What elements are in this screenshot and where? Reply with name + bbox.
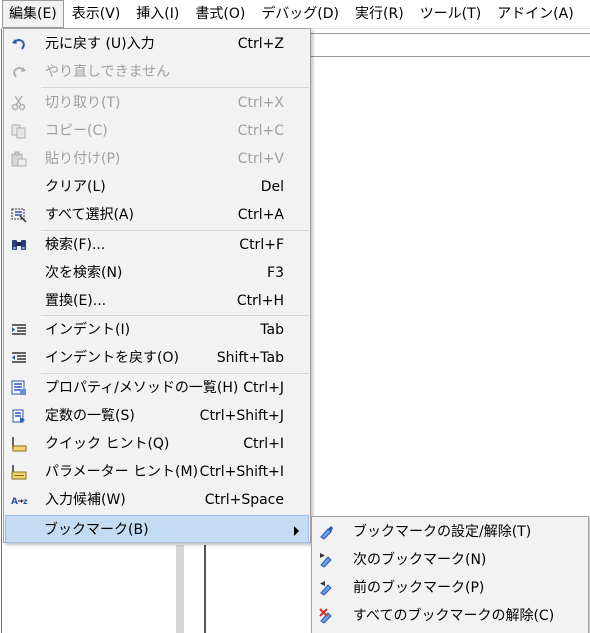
submenu-item-label: 前のブックマーク(P)	[353, 580, 485, 596]
clear-bookmarks-icon	[318, 607, 336, 625]
scissors-icon	[10, 94, 28, 112]
submenu-item-label: ブックマークの設定/解除(T)	[353, 524, 532, 540]
complete-word-icon: Az	[10, 491, 28, 509]
menu-item-clear[interactable]: クリア(L) Del	[6, 173, 308, 201]
parameter-info-icon	[10, 463, 28, 481]
paste-icon	[10, 150, 28, 168]
object-combo-box[interactable]	[310, 33, 590, 57]
menu-view[interactable]: 表示(V)	[64, 1, 129, 28]
menu-item-parameter-info[interactable]: パラメーター ヒント(M) Ctrl+Shift+I	[6, 458, 308, 486]
menu-item-shortcut: Tab	[260, 322, 284, 338]
menu-item-label: パラメーター ヒント(M)	[45, 464, 199, 480]
menu-item-list-constants[interactable]: 定数の一覧(S) Ctrl+Shift+J	[6, 402, 308, 430]
menu-item-label: すべて選択(A)	[45, 207, 134, 223]
previous-bookmark-icon	[318, 579, 336, 597]
submenu-item-clear-bookmarks[interactable]: すべてのブックマークの解除(C)	[314, 602, 586, 630]
submenu-item-next-bookmark[interactable]: 次のブックマーク(N)	[314, 546, 586, 574]
editor-margin-strip	[176, 545, 184, 633]
menu-item-bookmarks[interactable]: ブックマーク(B)	[5, 515, 309, 543]
menu-item-cut[interactable]: 切り取り(T) Ctrl+X	[6, 89, 308, 117]
menu-item-shortcut: Ctrl+Z	[237, 36, 284, 52]
quick-info-icon	[10, 435, 28, 453]
menu-item-shortcut: Ctrl+H	[236, 293, 284, 309]
menu-edit[interactable]: 編集(E)	[2, 0, 64, 28]
menu-item-shortcut: Ctrl+C	[237, 123, 284, 139]
menu-addins[interactable]: アドイン(A)	[489, 1, 582, 28]
menu-item-shortcut: Ctrl+X	[237, 95, 284, 111]
undo-icon	[10, 35, 28, 53]
redo-icon	[10, 63, 28, 81]
copy-icon	[10, 122, 28, 140]
editor-divider	[204, 545, 206, 633]
menu-item-complete-word[interactable]: Az 入力候補(W) Ctrl+Space	[6, 486, 308, 514]
menu-item-find[interactable]: 検索(F)... Ctrl+F	[6, 231, 308, 259]
submenu-arrow-icon	[294, 526, 299, 536]
menu-item-label: クイック ヒント(Q)	[45, 436, 170, 452]
indent-icon	[10, 321, 28, 339]
list-members-icon	[10, 379, 28, 397]
menu-format[interactable]: 書式(O)	[187, 1, 253, 28]
menu-item-label: 貼り付け(P)	[45, 151, 121, 167]
menu-item-label: ブックマーク(B)	[44, 522, 149, 538]
menu-item-label: 置換(E)...	[45, 293, 107, 309]
menu-separator	[41, 87, 309, 88]
menu-item-shortcut: Ctrl+J	[243, 380, 284, 396]
menu-item-shortcut: Shift+Tab	[216, 350, 284, 366]
menu-item-label: 検索(F)...	[45, 237, 106, 253]
menu-item-shortcut: Ctrl+Space	[204, 492, 284, 508]
menu-item-label: 元に戻す (U)入力	[45, 36, 155, 52]
submenu-item-label: すべてのブックマークの解除(C)	[353, 608, 555, 624]
menu-item-label: 入力候補(W)	[45, 492, 126, 508]
menu-item-quick-info[interactable]: クイック ヒント(Q) Ctrl+I	[6, 430, 308, 458]
menu-run[interactable]: 実行(R)	[347, 1, 412, 28]
menu-item-label: 次を検索(N)	[45, 265, 123, 281]
svg-text:z: z	[23, 497, 28, 506]
menu-bar: 編集(E) 表示(V) 挿入(I) 書式(O) デバッグ(D) 実行(R) ツー…	[0, 0, 590, 29]
menu-item-undo[interactable]: 元に戻す (U)入力 Ctrl+Z	[6, 30, 308, 58]
menu-item-shortcut: Ctrl+A	[237, 207, 284, 223]
edit-menu: 元に戻す (U)入力 Ctrl+Z やり直しできません 切り取り(T) Ctrl…	[3, 28, 311, 543]
menu-item-label: コピー(C)	[45, 123, 108, 139]
editor-frame-line	[1, 29, 2, 633]
menu-item-shortcut: Del	[260, 179, 284, 195]
menu-item-label: 切り取り(T)	[45, 95, 121, 111]
menu-item-select-all[interactable]: すべて選択(A) Ctrl+A	[6, 201, 308, 229]
menu-item-list-members[interactable]: プロパティ/メソッドの一覧(H) Ctrl+J	[6, 374, 308, 402]
binoculars-icon	[10, 236, 28, 254]
menu-item-find-next[interactable]: 次を検索(N) F3	[6, 259, 308, 287]
menu-insert[interactable]: 挿入(I)	[128, 1, 187, 28]
list-constants-icon	[10, 407, 28, 425]
menu-debug[interactable]: デバッグ(D)	[253, 1, 347, 28]
menu-item-label: プロパティ/メソッドの一覧(H)	[45, 380, 239, 396]
menu-item-indent[interactable]: インデント(I) Tab	[6, 316, 308, 344]
menu-item-shortcut: F3	[267, 265, 284, 281]
submenu-item-previous-bookmark[interactable]: 前のブックマーク(P)	[314, 574, 586, 602]
svg-text:A: A	[11, 497, 18, 507]
menu-item-shortcut: Ctrl+Shift+I	[199, 464, 284, 480]
menu-item-shortcut: Ctrl+F	[239, 237, 284, 253]
menu-item-paste[interactable]: 貼り付け(P) Ctrl+V	[6, 145, 308, 173]
outdent-icon	[10, 349, 28, 367]
toggle-bookmark-icon	[318, 523, 336, 541]
menu-item-shortcut: Ctrl+I	[243, 436, 284, 452]
menu-window[interactable]: ウ	[582, 1, 590, 28]
select-all-icon	[10, 206, 28, 224]
menu-item-redo[interactable]: やり直しできません	[6, 58, 308, 86]
menu-item-replace[interactable]: 置換(E)... Ctrl+H	[6, 287, 308, 315]
next-bookmark-icon	[318, 551, 336, 569]
menu-item-label: やり直しできません	[45, 64, 171, 80]
menu-tools[interactable]: ツール(T)	[412, 1, 489, 28]
menu-item-copy[interactable]: コピー(C) Ctrl+C	[6, 117, 308, 145]
menu-item-shortcut: Ctrl+V	[237, 151, 284, 167]
menu-item-shortcut: Ctrl+Shift+J	[199, 408, 284, 424]
submenu-item-label: 次のブックマーク(N)	[353, 552, 487, 568]
menu-item-label: 定数の一覧(S)	[45, 408, 135, 424]
submenu-item-toggle-bookmark[interactable]: ブックマークの設定/解除(T)	[314, 518, 586, 546]
menu-item-outdent[interactable]: インデントを戻す(O) Shift+Tab	[6, 344, 308, 372]
menu-item-label: インデント(I)	[45, 322, 131, 338]
menu-item-label: クリア(L)	[45, 179, 106, 195]
menu-item-label: インデントを戻す(O)	[45, 350, 179, 366]
bookmark-submenu: ブックマークの設定/解除(T) 次のブックマーク(N) 前のブックマーク(P) …	[311, 516, 589, 633]
